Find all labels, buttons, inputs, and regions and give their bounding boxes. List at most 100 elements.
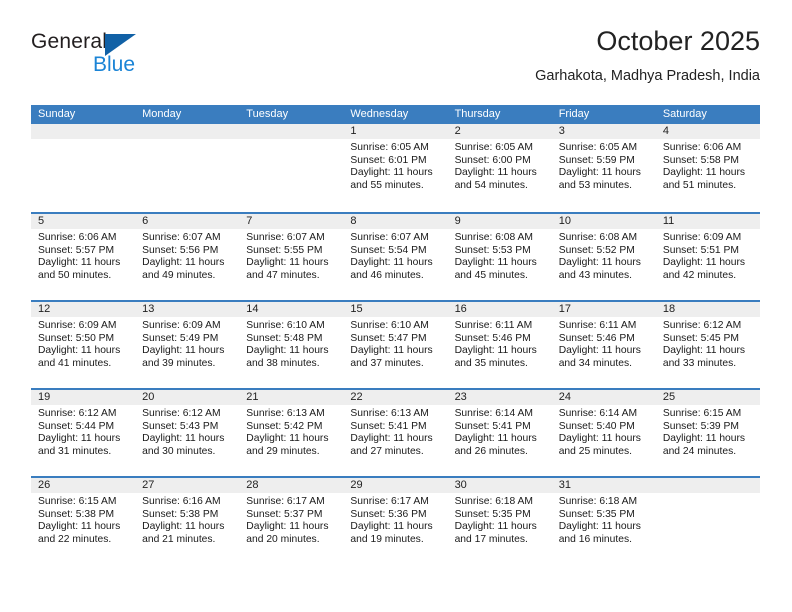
day-cell[interactable]: 10 Sunrise: 6:08 AM Sunset: 5:52 PM Dayl…	[551, 214, 656, 300]
daylight-text-line1: Daylight: 11 hours	[454, 257, 537, 269]
day-details: Sunrise: 6:13 AM Sunset: 5:41 PM Dayligh…	[343, 405, 447, 458]
day-cell[interactable]: 29 Sunrise: 6:17 AM Sunset: 5:36 PM Dayl…	[343, 478, 448, 564]
day-cell[interactable]: 8 Sunrise: 6:07 AM Sunset: 5:54 PM Dayli…	[343, 214, 448, 300]
day-cell[interactable]	[31, 124, 136, 212]
daylight-text-line2: and 25 minutes.	[558, 445, 632, 457]
daylight-text-line2: and 50 minutes.	[38, 269, 112, 281]
daylight-text-line2: and 29 minutes.	[246, 445, 320, 457]
day-cell[interactable]: 22 Sunrise: 6:13 AM Sunset: 5:41 PM Dayl…	[343, 390, 448, 476]
sunset-text: Sunset: 5:54 PM	[350, 244, 427, 256]
day-cell[interactable]: 28 Sunrise: 6:17 AM Sunset: 5:37 PM Dayl…	[239, 478, 344, 564]
daylight-text-line2: and 22 minutes.	[38, 533, 112, 545]
generalblue-logo[interactable]: General Blue	[31, 30, 231, 88]
day-cell[interactable]: 16 Sunrise: 6:11 AM Sunset: 5:46 PM Dayl…	[447, 302, 552, 388]
day-cell[interactable]: 1 Sunrise: 6:05 AM Sunset: 6:01 PM Dayli…	[343, 124, 448, 212]
day-cell[interactable]	[239, 124, 344, 212]
day-number: 29	[343, 478, 448, 493]
day-cell[interactable]	[135, 124, 240, 212]
day-cell[interactable]	[655, 478, 760, 564]
daylight-text-line1: Daylight: 11 hours	[454, 521, 537, 533]
day-cell[interactable]: 23 Sunrise: 6:14 AM Sunset: 5:41 PM Dayl…	[447, 390, 552, 476]
sunrise-text: Sunrise: 6:12 AM	[142, 408, 221, 419]
day-cell[interactable]: 19 Sunrise: 6:12 AM Sunset: 5:44 PM Dayl…	[31, 390, 136, 476]
sunset-text: Sunset: 6:01 PM	[350, 154, 427, 166]
sunrise-text: Sunrise: 6:09 AM	[662, 232, 742, 243]
sunset-text: Sunset: 5:52 PM	[558, 244, 635, 256]
day-number: 30	[447, 478, 552, 493]
daylight-text-line1: Daylight: 11 hours	[454, 345, 537, 357]
daylight-text-line1: Daylight: 11 hours	[558, 345, 641, 357]
sunset-text: Sunset: 6:00 PM	[454, 154, 531, 166]
day-number: 10	[551, 214, 656, 229]
day-number: 19	[31, 390, 136, 405]
sunset-text: Sunset: 5:41 PM	[350, 420, 427, 432]
sunset-text: Sunset: 5:49 PM	[142, 332, 219, 344]
day-number: 22	[343, 390, 448, 405]
daylight-text-line2: and 34 minutes.	[558, 357, 632, 369]
day-cell[interactable]: 25 Sunrise: 6:15 AM Sunset: 5:39 PM Dayl…	[655, 390, 760, 476]
daylight-text-line2: and 39 minutes.	[142, 357, 216, 369]
day-details: Sunrise: 6:07 AM Sunset: 5:56 PM Dayligh…	[135, 229, 239, 282]
day-cell[interactable]: 17 Sunrise: 6:11 AM Sunset: 5:46 PM Dayl…	[551, 302, 656, 388]
day-details: Sunrise: 6:18 AM Sunset: 5:35 PM Dayligh…	[448, 493, 552, 546]
sunrise-text: Sunrise: 6:14 AM	[454, 408, 533, 419]
day-details: Sunrise: 6:08 AM Sunset: 5:52 PM Dayligh…	[552, 229, 656, 282]
sunset-text: Sunset: 5:45 PM	[662, 332, 739, 344]
weekday-header-thursday: Thursday	[454, 108, 501, 120]
day-cell[interactable]: 30 Sunrise: 6:18 AM Sunset: 5:35 PM Dayl…	[447, 478, 552, 564]
day-number: 16	[447, 302, 552, 317]
daylight-text-line1: Daylight: 11 hours	[142, 257, 225, 269]
sunset-text: Sunset: 5:53 PM	[454, 244, 531, 256]
daylight-text-line1: Daylight: 11 hours	[38, 257, 121, 269]
sunrise-text: Sunrise: 6:15 AM	[662, 408, 742, 419]
daylight-text-line2: and 51 minutes.	[662, 179, 737, 191]
day-cell[interactable]: 21 Sunrise: 6:13 AM Sunset: 5:42 PM Dayl…	[239, 390, 344, 476]
day-details: Sunrise: 6:05 AM Sunset: 6:00 PM Dayligh…	[448, 139, 552, 192]
day-cell[interactable]: 18 Sunrise: 6:12 AM Sunset: 5:45 PM Dayl…	[655, 302, 760, 388]
sunset-text: Sunset: 5:44 PM	[38, 420, 115, 432]
sunrise-text: Sunrise: 6:12 AM	[38, 408, 117, 419]
daylight-text-line2: and 42 minutes.	[662, 269, 737, 281]
day-cell[interactable]: 20 Sunrise: 6:12 AM Sunset: 5:43 PM Dayl…	[135, 390, 240, 476]
day-cell[interactable]: 24 Sunrise: 6:14 AM Sunset: 5:40 PM Dayl…	[551, 390, 656, 476]
sunset-text: Sunset: 5:38 PM	[142, 508, 219, 520]
day-cell[interactable]: 6 Sunrise: 6:07 AM Sunset: 5:56 PM Dayli…	[135, 214, 240, 300]
day-cell[interactable]: 12 Sunrise: 6:09 AM Sunset: 5:50 PM Dayl…	[31, 302, 136, 388]
day-cell[interactable]: 9 Sunrise: 6:08 AM Sunset: 5:53 PM Dayli…	[447, 214, 552, 300]
sunrise-text: Sunrise: 6:12 AM	[662, 320, 742, 331]
daylight-text-line1: Daylight: 11 hours	[454, 433, 537, 445]
sunset-text: Sunset: 5:35 PM	[454, 508, 531, 520]
day-details: Sunrise: 6:05 AM Sunset: 6:01 PM Dayligh…	[343, 139, 447, 192]
day-number: 4	[655, 124, 760, 139]
calendar-week-row: 1 Sunrise: 6:05 AM Sunset: 6:01 PM Dayli…	[31, 124, 760, 212]
day-cell[interactable]: 15 Sunrise: 6:10 AM Sunset: 5:47 PM Dayl…	[343, 302, 448, 388]
day-cell[interactable]: 5 Sunrise: 6:06 AM Sunset: 5:57 PM Dayli…	[31, 214, 136, 300]
day-cell[interactable]: 7 Sunrise: 6:07 AM Sunset: 5:55 PM Dayli…	[239, 214, 344, 300]
daylight-text-line1: Daylight: 11 hours	[38, 521, 121, 533]
logo-text-general: General	[31, 30, 108, 53]
day-cell[interactable]: 4 Sunrise: 6:06 AM Sunset: 5:58 PM Dayli…	[655, 124, 760, 212]
daylight-text-line1: Daylight: 11 hours	[662, 345, 746, 357]
day-cell[interactable]: 11 Sunrise: 6:09 AM Sunset: 5:51 PM Dayl…	[655, 214, 760, 300]
daylight-text-line2: and 37 minutes.	[350, 357, 424, 369]
daylight-text-line2: and 31 minutes.	[38, 445, 112, 457]
daylight-text-line2: and 33 minutes.	[662, 357, 737, 369]
day-cell[interactable]: 13 Sunrise: 6:09 AM Sunset: 5:49 PM Dayl…	[135, 302, 240, 388]
day-cell[interactable]: 26 Sunrise: 6:15 AM Sunset: 5:38 PM Dayl…	[31, 478, 136, 564]
sunrise-text: Sunrise: 6:15 AM	[38, 496, 117, 507]
day-details: Sunrise: 6:09 AM Sunset: 5:51 PM Dayligh…	[656, 229, 760, 282]
day-cell[interactable]: 14 Sunrise: 6:10 AM Sunset: 5:48 PM Dayl…	[239, 302, 344, 388]
day-cell[interactable]: 31 Sunrise: 6:18 AM Sunset: 5:35 PM Dayl…	[551, 478, 656, 564]
day-cell[interactable]: 3 Sunrise: 6:05 AM Sunset: 5:59 PM Dayli…	[551, 124, 656, 212]
day-cell[interactable]: 2 Sunrise: 6:05 AM Sunset: 6:00 PM Dayli…	[447, 124, 552, 212]
day-number	[655, 478, 760, 493]
daylight-text-line1: Daylight: 11 hours	[558, 433, 641, 445]
daylight-text-line2: and 17 minutes.	[454, 533, 528, 545]
day-cell[interactable]: 27 Sunrise: 6:16 AM Sunset: 5:38 PM Dayl…	[135, 478, 240, 564]
sunrise-text: Sunrise: 6:16 AM	[142, 496, 221, 507]
sunset-text: Sunset: 5:41 PM	[454, 420, 531, 432]
sunrise-text: Sunrise: 6:09 AM	[38, 320, 117, 331]
day-number: 7	[239, 214, 344, 229]
sunrise-text: Sunrise: 6:13 AM	[350, 408, 429, 419]
day-number: 26	[31, 478, 136, 493]
